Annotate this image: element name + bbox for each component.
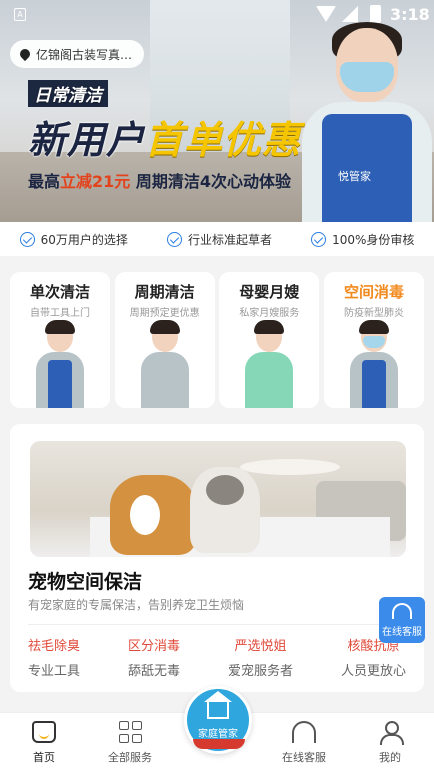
tab-all-services-label: 全部服务 (108, 751, 152, 764)
cleaner-avatar (140, 320, 189, 408)
trust-label: 60万用户的选择 (40, 232, 128, 247)
service-card-disinfection[interactable]: 空间消毒 防疫新型肺炎 (323, 272, 424, 408)
service-desc: 防疫新型肺炎 (343, 308, 404, 319)
promo-banner[interactable]: A 3:18 亿锦阁古装写真… 日常清洁 新用户首单优惠 最高立减21元 周期清… (0, 0, 434, 222)
house-icon (204, 691, 232, 719)
divider (28, 624, 406, 625)
family-butler-button[interactable]: 家庭管家 (184, 686, 252, 754)
floating-cs-label: 在线客服 (382, 627, 422, 638)
feature-highlight: 区分消毒 (127, 639, 180, 654)
feature-detail: 爱宠服务者 (227, 664, 293, 679)
trust-label: 行业标准起草者 (187, 232, 272, 247)
sim-icon: A (14, 8, 26, 21)
cleaner-avatar (36, 320, 84, 408)
service-desc: 私家月嫂服务 (239, 308, 300, 319)
trust-item: 行业标准起草者 (166, 231, 272, 248)
headset-icon (292, 721, 316, 743)
check-circle-icon (311, 231, 327, 247)
tab-online-cs-label: 在线客服 (282, 751, 326, 764)
service-card-periodic-cleaning[interactable]: 周期清洁 周期预定更优惠 (114, 272, 215, 408)
feature-item: 区分消毒 舔舐无毒 (128, 635, 180, 679)
promo-sub-prefix: 最高 (28, 172, 61, 191)
promo-headline-white: 新用户 (28, 118, 146, 162)
service-desc: 周期预定更优惠 (129, 308, 200, 319)
family-butler-label: 家庭管家 (198, 729, 238, 740)
headset-icon (392, 603, 412, 619)
tab-home[interactable]: 首页 (4, 721, 84, 765)
pet-features: 祛毛除臭 专业工具 区分消毒 舔舐无毒 严选悦姐 爱宠服务者 核酸抗原 人员更放… (28, 635, 406, 679)
home-icon (32, 721, 56, 743)
apron-logo: 悦管家 (338, 170, 371, 183)
promo-sub-suffix: 周期清洁4次心动体验 (130, 172, 292, 191)
service-cards: 单次清洁 自带工具上门 周期清洁 周期预定更优惠 母婴月嫂 私家月嫂服务 空间消… (10, 272, 424, 408)
trust-item: 60万用户的选择 (19, 231, 128, 248)
pet-photo (30, 441, 406, 557)
feature-detail: 人员更放心 (340, 664, 406, 679)
floating-customer-service-button[interactable]: 在线客服 (379, 597, 425, 643)
service-title: 单次清洁 (29, 283, 90, 301)
trust-bar: 60万用户的选择 行业标准起草者 100%身份审核 (0, 222, 434, 256)
location-pin-icon (17, 46, 33, 62)
trust-item: 100%身份审核 (311, 231, 414, 248)
feature-item: 严选悦姐 爱宠服务者 (228, 635, 293, 679)
service-title: 周期清洁 (134, 283, 195, 301)
service-title: 母婴月嫂 (239, 283, 300, 301)
pet-card-title: 宠物空间保洁 (28, 571, 143, 593)
tab-mine-label: 我的 (379, 751, 401, 764)
promo-headline: 新用户首单优惠 (28, 109, 301, 164)
promo-subline: 最高立减21元 周期清洁4次心动体验 (28, 168, 301, 192)
promo-headline-yellow: 首单优惠 (145, 118, 302, 162)
tab-mine[interactable]: 我的 (350, 721, 430, 765)
promo-sub-highlight: 立减21元 (60, 172, 131, 191)
location-text: 亿锦阁古装写真… (36, 47, 133, 62)
cleaner-illustration: 悦管家 (298, 18, 434, 222)
user-icon (378, 721, 404, 745)
grid-icon (118, 721, 142, 743)
feature-item: 祛毛除臭 专业工具 (28, 635, 80, 679)
feature-highlight: 祛毛除臭 (28, 639, 81, 654)
service-desc: 自带工具上门 (30, 308, 90, 319)
face-mask (340, 62, 394, 92)
tab-home-label: 首页 (33, 751, 55, 764)
pet-card-tagline: 有宠家庭的专属保洁，告别养宠卫生烦恼 (28, 598, 245, 612)
feature-detail: 舔舐无毒 (127, 664, 180, 679)
service-card-single-cleaning[interactable]: 单次清洁 自带工具上门 (10, 272, 110, 408)
feature-highlight: 严选悦姐 (234, 639, 287, 654)
location-selector[interactable]: 亿锦阁古装写真… (10, 40, 145, 68)
pet-cleaning-card[interactable]: 宠物空间保洁 有宠家庭的专属保洁，告别养宠卫生烦恼 祛毛除臭 专业工具 区分消毒… (10, 424, 424, 692)
check-circle-icon (166, 231, 182, 247)
center-button-badge (193, 739, 245, 749)
promo-text: 日常清洁 新用户首单优惠 最高立减21元 周期清洁4次心动体验 (28, 80, 301, 192)
promo-tag: 日常清洁 (28, 80, 108, 107)
disinfector-avatar (349, 320, 398, 408)
tab-all-services[interactable]: 全部服务 (90, 721, 170, 765)
feature-detail: 专业工具 (28, 664, 81, 679)
trust-label: 100%身份审核 (332, 232, 415, 247)
check-circle-icon (19, 231, 35, 247)
tab-online-cs[interactable]: 在线客服 (264, 721, 344, 765)
service-title: 空间消毒 (343, 283, 404, 301)
service-card-nanny[interactable]: 母婴月嫂 私家月嫂服务 (219, 272, 320, 408)
nanny-avatar (245, 320, 294, 408)
